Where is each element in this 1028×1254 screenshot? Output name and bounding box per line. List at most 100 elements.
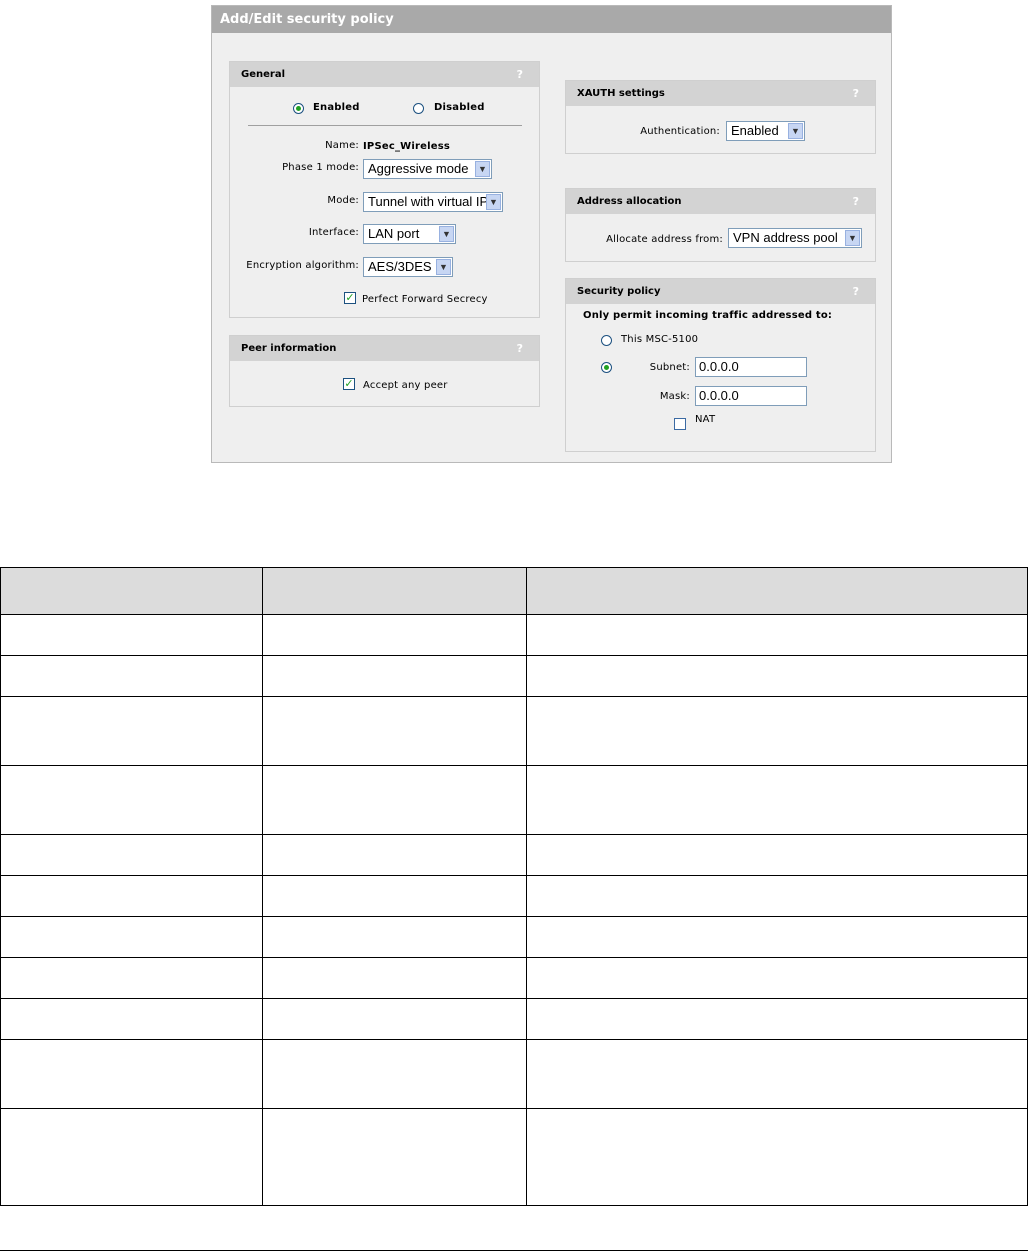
table-cell	[261, 1039, 528, 1109]
table-row	[0, 765, 1028, 835]
xauth-panel-header: XAUTH settings ?	[566, 81, 875, 106]
this-msc-label: This MSC-5100	[621, 334, 699, 345]
this-msc-radio[interactable]	[601, 335, 612, 346]
authentication-value: Enabled	[731, 123, 779, 138]
table-row	[0, 1039, 1028, 1109]
subnet-input[interactable]: 0.0.0.0	[695, 357, 807, 377]
table-cell	[0, 957, 263, 999]
mask-input[interactable]: 0.0.0.0	[695, 386, 807, 406]
allocate-from-select[interactable]: VPN address pool ▼	[728, 228, 862, 248]
interface-value: LAN port	[368, 226, 420, 241]
authentication-select[interactable]: Enabled ▼	[726, 121, 805, 141]
table-header-cell	[261, 567, 528, 615]
chevron-down-icon: ▼	[845, 230, 860, 246]
table-cell	[0, 765, 263, 835]
table-cell	[526, 1108, 1028, 1206]
address-panel: Address allocation ? Allocate address fr…	[565, 188, 876, 262]
table-cell	[261, 957, 528, 999]
general-divider	[248, 125, 522, 126]
table-cell	[261, 614, 528, 656]
phase1-mode-label: Phase 1 mode:	[282, 162, 359, 173]
table-cell	[261, 1108, 528, 1206]
security-panel: Security policy ? Only permit incoming t…	[565, 278, 876, 452]
chevron-down-icon: ▼	[439, 226, 454, 242]
address-heading: Address allocation	[577, 196, 682, 207]
table-cell	[261, 765, 528, 835]
table-cell	[526, 916, 1028, 958]
table-cell	[261, 875, 528, 917]
table-cell	[526, 614, 1028, 656]
disabled-label: Disabled	[434, 102, 485, 113]
table-cell	[261, 916, 528, 958]
enabled-radio[interactable]	[293, 103, 304, 114]
table-cell	[0, 614, 263, 656]
table-cell	[526, 875, 1028, 917]
table-cell	[0, 834, 263, 876]
table-row	[0, 834, 1028, 876]
footer-rule	[0, 1250, 1028, 1251]
chevron-down-icon: ▼	[486, 194, 501, 210]
accept-any-peer-label: Accept any peer	[363, 380, 448, 391]
table-header-row	[0, 567, 1028, 615]
pfs-label: Perfect Forward Secrecy	[362, 294, 488, 305]
table-cell	[0, 655, 263, 697]
table-cell	[0, 696, 263, 766]
table-cell	[526, 696, 1028, 766]
name-label: Name:	[325, 140, 359, 151]
interface-label: Interface:	[308, 227, 359, 238]
mode-value: Tunnel with virtual IP	[368, 194, 489, 209]
name-value: IPSec_Wireless	[363, 141, 451, 152]
table-cell	[261, 998, 528, 1040]
pfs-checkbox[interactable]: ✓	[344, 292, 356, 304]
security-help-icon[interactable]: ?	[853, 279, 859, 304]
table-row	[0, 998, 1028, 1040]
parameter-table	[0, 567, 1028, 1206]
encryption-label: Encryption algorithm:	[246, 260, 359, 271]
security-panel-header: Security policy ?	[566, 279, 875, 304]
nat-checkbox[interactable]	[674, 418, 686, 430]
table-cell	[0, 875, 263, 917]
general-panel-header: General ?	[230, 62, 539, 87]
table-cell	[0, 1039, 263, 1109]
encryption-select[interactable]: AES/3DES ▼	[363, 257, 453, 277]
chevron-down-icon: ▼	[475, 161, 490, 177]
table-row	[0, 696, 1028, 766]
subnet-label: Subnet:	[649, 362, 690, 373]
encryption-value: AES/3DES	[368, 259, 432, 274]
authentication-label: Authentication:	[640, 126, 720, 137]
interface-select[interactable]: LAN port ▼	[363, 224, 456, 244]
peer-panel: Peer information ? ✓ Accept any peer	[229, 335, 540, 407]
peer-help-icon[interactable]: ?	[517, 336, 523, 361]
general-panel: General ? Enabled Disabled Name: IPSec_W…	[229, 61, 540, 318]
peer-heading: Peer information	[241, 343, 337, 354]
table-row	[0, 957, 1028, 999]
disabled-radio[interactable]	[413, 103, 424, 114]
general-heading: General	[241, 69, 285, 80]
xauth-panel: XAUTH settings ? Authentication: Enabled…	[565, 80, 876, 154]
mask-label: Mask:	[659, 391, 690, 402]
table-row	[0, 614, 1028, 656]
table-cell	[0, 1108, 263, 1206]
table-row	[0, 1108, 1028, 1206]
table-header-cell	[526, 567, 1028, 615]
enabled-label: Enabled	[313, 102, 360, 113]
window-title: Add/Edit security policy	[212, 6, 891, 33]
address-help-icon[interactable]: ?	[853, 189, 859, 214]
phase1-mode-select[interactable]: Aggressive mode ▼	[363, 159, 492, 179]
table-header-cell	[0, 567, 263, 615]
table-cell	[261, 696, 528, 766]
chevron-down-icon: ▼	[788, 123, 803, 139]
chevron-down-icon: ▼	[436, 259, 451, 275]
table-row	[0, 916, 1028, 958]
table-cell	[526, 765, 1028, 835]
mode-select[interactable]: Tunnel with virtual IP ▼	[363, 192, 503, 212]
xauth-heading: XAUTH settings	[577, 88, 665, 99]
peer-panel-header: Peer information ?	[230, 336, 539, 361]
allocate-from-value: VPN address pool	[733, 230, 838, 245]
xauth-help-icon[interactable]: ?	[853, 81, 859, 106]
general-help-icon[interactable]: ?	[517, 62, 523, 87]
table-cell	[0, 916, 263, 958]
mode-label: Mode:	[327, 195, 359, 206]
accept-any-peer-checkbox[interactable]: ✓	[343, 378, 355, 390]
security-heading: Security policy	[577, 286, 661, 297]
